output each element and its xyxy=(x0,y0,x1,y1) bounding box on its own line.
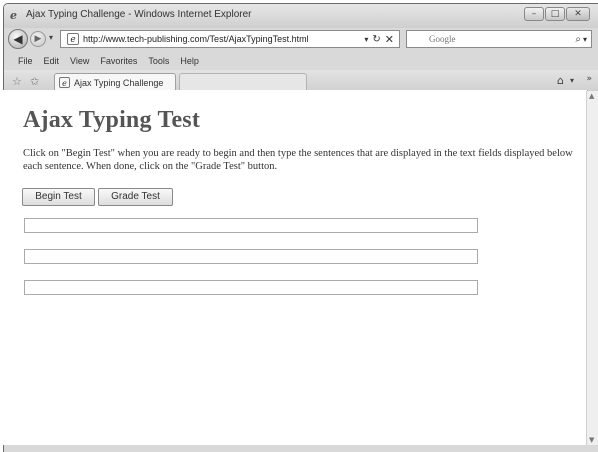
home-dropdown-icon[interactable]: ▾ xyxy=(570,76,574,85)
page-icon: e xyxy=(67,33,79,45)
title-bar: e Ajax Typing Challenge - Windows Intern… xyxy=(4,4,598,28)
page-content: Ajax Typing Test Click on "Begin Test" w… xyxy=(3,90,588,445)
window-title: Ajax Typing Challenge - Windows Internet… xyxy=(26,9,252,20)
minimize-button[interactable]: – xyxy=(524,7,544,21)
scroll-down-icon[interactable]: ▼ xyxy=(589,436,594,444)
refresh-icon[interactable]: ↻ xyxy=(372,34,380,45)
menu-tools[interactable]: Tools xyxy=(148,56,169,66)
menu-edit[interactable]: Edit xyxy=(44,56,60,66)
instructions-text: Click on "Begin Test" when you are ready… xyxy=(23,148,573,172)
vertical-scrollbar[interactable]: ▲ ▼ xyxy=(586,91,598,445)
history-dropdown-icon[interactable]: ▾ xyxy=(49,33,53,42)
toolbar-chevron-icon[interactable]: » xyxy=(586,74,592,84)
tab-page-icon: e xyxy=(59,77,70,88)
add-favorites-icon[interactable]: ✩ xyxy=(30,75,39,88)
search-dropdown-icon[interactable]: ▾ xyxy=(583,35,587,44)
address-bar[interactable]: e http://www.tech-publishing.com/Test/Aj… xyxy=(60,30,400,48)
search-box[interactable]: ⌕ ▾ xyxy=(406,30,592,48)
forward-arrow-icon[interactable]: ▶ xyxy=(30,31,46,47)
menu-view[interactable]: View xyxy=(70,56,89,66)
close-button[interactable]: ✕ xyxy=(566,7,590,21)
menu-bar: File Edit View Favorites Tools Help xyxy=(4,52,598,70)
sentence-field-3[interactable] xyxy=(24,280,478,295)
grade-test-button[interactable]: Grade Test xyxy=(98,188,173,206)
back-arrow-icon[interactable]: ◀ xyxy=(8,29,28,49)
scroll-up-icon[interactable]: ▲ xyxy=(589,92,594,100)
ie-logo-icon: e xyxy=(10,9,17,22)
stop-icon[interactable]: ✕ xyxy=(385,33,394,46)
page-title: Ajax Typing Test xyxy=(23,107,201,133)
favorites-star-icon[interactable]: ☆ xyxy=(12,75,22,88)
search-input[interactable] xyxy=(407,32,576,46)
maximize-button[interactable]: □ xyxy=(545,7,565,21)
sentence-field-2[interactable] xyxy=(24,249,478,264)
address-dropdown-icon[interactable]: ▾ xyxy=(364,35,368,44)
new-tab-button[interactable] xyxy=(179,73,307,91)
sentence-field-1[interactable] xyxy=(24,218,478,233)
tab-label: Ajax Typing Challenge xyxy=(74,77,164,88)
menu-help[interactable]: Help xyxy=(180,56,199,66)
begin-test-button[interactable]: Begin Test xyxy=(22,188,95,206)
address-url[interactable]: http://www.tech-publishing.com/Test/Ajax… xyxy=(83,34,364,44)
tab-ajax-typing-challenge[interactable]: e Ajax Typing Challenge xyxy=(54,73,176,91)
window-controls: – □ ✕ xyxy=(524,7,590,21)
search-icon[interactable]: ⌕ xyxy=(575,34,581,45)
home-icon[interactable]: ⌂ xyxy=(557,74,564,87)
menu-favorites[interactable]: Favorites xyxy=(100,56,137,66)
navigation-bar: ◀ ▶ ▾ e http://www.tech-publishing.com/T… xyxy=(4,28,598,52)
menu-file[interactable]: File xyxy=(18,56,33,66)
